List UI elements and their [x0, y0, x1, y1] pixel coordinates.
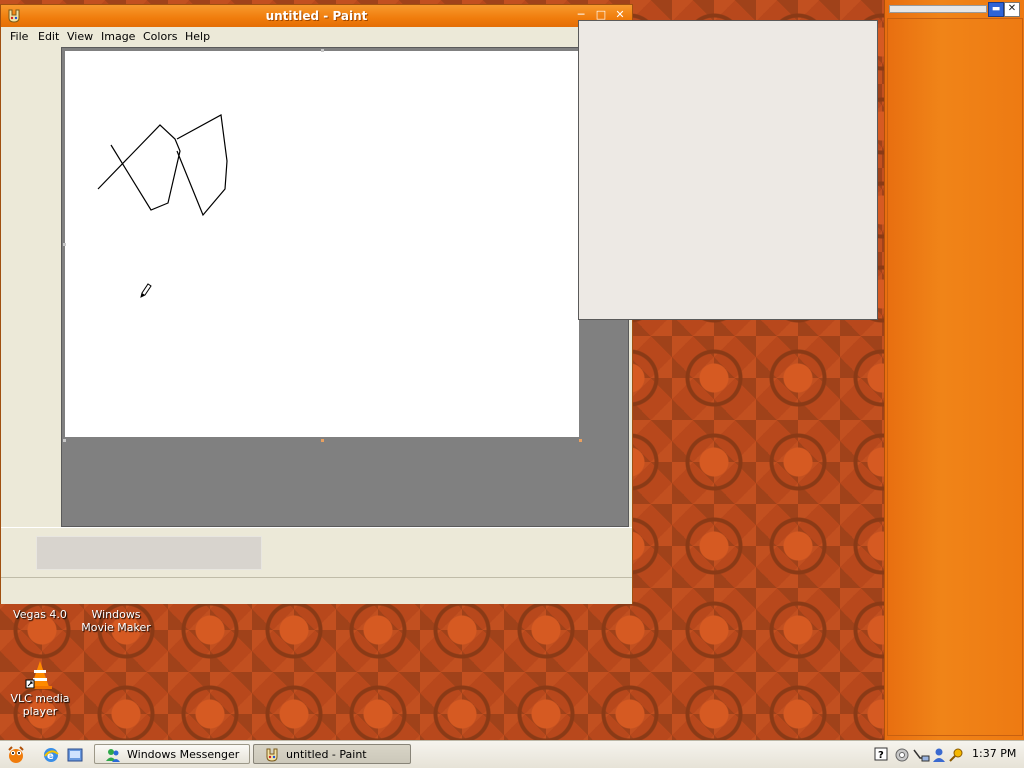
desktop-icon-vlc[interactable]: VLC media player	[0, 660, 80, 718]
drawing-strokes	[97, 114, 228, 298]
paint-app-icon	[264, 747, 280, 763]
paint-titlebar[interactable]: untitled - Paint ─ □ ✕	[1, 5, 632, 27]
window-title: untitled - Paint	[265, 9, 368, 23]
messenger-icon	[105, 747, 121, 763]
canvas-resize-handle[interactable]	[579, 439, 582, 442]
user-icon[interactable]	[932, 747, 946, 766]
canvas-resize-handle[interactable]	[63, 439, 66, 442]
vlc-icon	[24, 660, 56, 690]
clock: 1:37 PM	[972, 747, 1017, 760]
desktop: ▬ ✕ Vegas 4.0 Windows Movie Maker VLC me…	[0, 0, 1024, 768]
taskbar-button-label: Windows Messenger	[127, 748, 240, 761]
floating-panel	[578, 20, 878, 320]
internet-explorer-icon[interactable]: e	[42, 746, 60, 767]
taskbar-button-label: untitled - Paint	[286, 748, 367, 761]
pencil-cursor-icon	[140, 283, 152, 298]
status-bar	[1, 577, 632, 604]
canvas-workspace	[61, 47, 629, 527]
search-icon[interactable]	[948, 747, 964, 766]
menu-edit[interactable]: Edit	[38, 30, 59, 43]
gimp-start-icon	[8, 746, 24, 763]
side-panel: ▬ ✕	[884, 0, 1024, 740]
canvas-resize-handle[interactable]	[321, 439, 324, 442]
color-palette[interactable]	[36, 536, 262, 570]
side-panel-progress	[889, 5, 987, 13]
show-desktop-icon[interactable]	[66, 746, 84, 767]
help-icon[interactable]: ?	[874, 747, 888, 764]
menu-file[interactable]: File	[10, 30, 28, 43]
minimize-icon[interactable]: ▬	[988, 2, 1004, 17]
taskbar-button-windows-messenger[interactable]: Windows Messenger	[94, 744, 250, 764]
toolbox	[1, 47, 62, 527]
svg-text:?: ?	[878, 750, 884, 761]
network-icon[interactable]	[912, 747, 930, 766]
menu-help[interactable]: Help	[185, 30, 210, 43]
menu-image[interactable]: Image	[101, 30, 135, 43]
menubar: File Edit View Image Colors Help	[1, 27, 632, 47]
desktop-icon-label: VLC media player	[10, 692, 70, 718]
svg-text:e: e	[47, 751, 54, 762]
canvas-resize-handle[interactable]	[321, 49, 324, 52]
system-tray: ? 1:37 PM	[868, 741, 1024, 768]
close-icon[interactable]: ✕	[1004, 2, 1020, 17]
desktop-icon-label: Windows Movie Maker	[81, 608, 151, 634]
taskbar-button-paint[interactable]: untitled - Paint	[253, 744, 411, 764]
canvas-resize-handle[interactable]	[63, 243, 66, 246]
settings-icon[interactable]	[894, 747, 910, 766]
side-panel-titlebar[interactable]: ▬ ✕	[887, 1, 1021, 17]
paint-window: untitled - Paint ─ □ ✕ File Edit View Im…	[0, 4, 633, 604]
taskbar: e Windows Messenger untitled - Paint ? 1…	[0, 740, 1024, 768]
side-panel-body	[887, 18, 1023, 736]
start-button[interactable]	[6, 745, 26, 768]
desktop-icon-label: Vegas 4.0	[13, 608, 67, 621]
menu-colors[interactable]: Colors	[143, 30, 177, 43]
menu-view[interactable]: View	[67, 30, 93, 43]
color-box	[1, 527, 632, 578]
drawing-canvas[interactable]	[65, 51, 579, 437]
